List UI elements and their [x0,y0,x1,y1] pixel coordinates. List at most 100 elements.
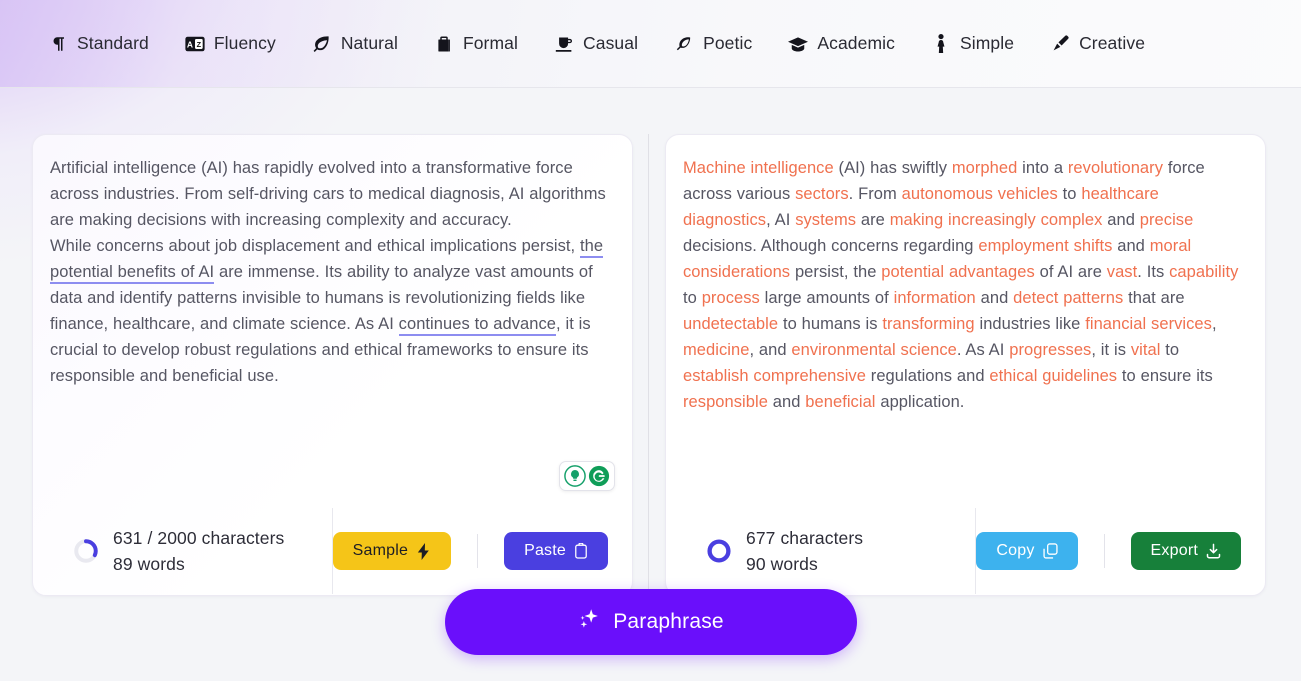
output-changed-word[interactable]: transforming [882,315,974,333]
output-changed-word[interactable]: sectors [795,185,849,203]
sample-button-label: Sample [352,542,409,559]
output-stats: 677 characters 90 words [666,525,975,577]
graduation-cap-icon [788,34,809,54]
paraphrase-button-label: Paraphrase [613,610,724,633]
tab-natural[interactable]: Natural [294,24,416,64]
input-panel: Artificial intelligence (AI) has rapidly… [32,134,633,596]
output-changed-word[interactable]: progresses [1009,341,1091,359]
output-plain-text: that are [1123,289,1185,307]
export-button[interactable]: Export [1130,532,1241,570]
output-word-count: 90 words [746,554,818,574]
output-actions: Copy Export [976,532,1265,570]
input-stat-lines: 631 / 2000 characters 89 words [113,525,284,577]
grammarly-g-icon[interactable] [588,465,610,487]
output-changed-word[interactable]: undetectable [683,315,778,333]
tab-formal[interactable]: Formal [416,24,536,64]
output-changed-word[interactable]: potential advantages [881,263,1035,281]
output-changed-word[interactable]: financial services [1085,315,1212,333]
output-changed-word[interactable]: vital [1131,341,1161,359]
tab-label: Creative [1079,32,1146,53]
paste-button[interactable]: Paste [504,532,608,570]
paintbrush-icon [1050,34,1070,54]
output-changed-word[interactable]: capability [1169,263,1238,281]
input-p2-pre: While concerns about job displacement an… [50,237,580,255]
input-textarea[interactable]: Artificial intelligence (AI) has rapidly… [33,135,632,509]
action-divider [477,534,479,568]
input-text: Artificial intelligence (AI) has rapidly… [50,155,608,389]
tab-label: Fluency [213,32,276,53]
writing-assistant-badge[interactable] [559,461,615,491]
copy-button[interactable]: Copy [976,532,1078,570]
output-changed-word[interactable]: systems [795,211,856,229]
paraphrase-button[interactable]: Paraphrase [444,589,857,655]
briefcase-icon [434,34,454,54]
tab-casual[interactable]: Casual [536,24,656,64]
output-paragraph: Machine intelligence (AI) has swiftly mo… [683,155,1241,415]
output-changed-word[interactable]: medicine [683,341,749,359]
output-changed-word[interactable]: revolutionary [1068,159,1163,177]
tab-poetic[interactable]: Poetic [656,24,770,64]
svg-text:A: A [187,39,193,49]
panel-divider [648,134,649,622]
output-plain-text: application. [875,393,965,411]
tab-creative[interactable]: Creative [1032,24,1163,64]
input-word-count: 89 words [113,554,185,574]
coffee-cup-icon [554,34,574,54]
tab-academic[interactable]: Academic [770,24,913,64]
output-plain-text: , and [749,341,792,359]
output-plain-text: are [856,211,890,229]
sample-button[interactable]: Sample [332,532,452,570]
input-actions: Sample Paste [332,532,632,570]
paste-button-label: Paste [524,542,566,559]
sparkle-icon [577,607,602,638]
output-plain-text: regulations and [865,367,990,385]
output-changed-word[interactable]: responsible [683,393,768,411]
output-changed-word[interactable]: morphed [952,159,1017,177]
output-changed-word[interactable]: detect patterns [1013,289,1123,307]
tab-label: Simple [959,32,1015,53]
output-changed-word[interactable]: Machine intelligence [683,159,834,177]
output-panel: Machine intelligence (AI) has swiftly mo… [665,134,1266,596]
tab-standard[interactable]: Standard [30,24,167,64]
copy-button-label: Copy [996,542,1035,559]
action-divider [1103,534,1105,568]
tab-label: Casual [583,32,639,53]
output-plain-text: , AI [766,211,796,229]
export-button-label: Export [1150,542,1198,559]
output-changed-word[interactable]: autonomous vehicles [902,185,1058,203]
output-changed-word[interactable]: precise [1140,211,1194,229]
output-text-area[interactable]: Machine intelligence (AI) has swiftly mo… [666,135,1265,509]
editor-workspace: Artificial intelligence (AI) has rapidly… [0,88,1301,622]
output-changed-word[interactable]: establish comprehensive [683,367,866,385]
output-changed-word[interactable]: environmental science [791,341,956,359]
output-plain-text: and [767,393,806,411]
lightbulb-icon[interactable] [564,465,586,487]
output-plain-text: and [1102,211,1140,229]
feather-icon [674,34,694,54]
output-plain-text: and [1112,237,1150,255]
output-changed-word[interactable]: information [894,289,976,307]
tab-label: Standard [77,32,149,53]
output-changed-word[interactable]: making increasingly complex [890,211,1103,229]
tab-fluency[interactable]: A Z Fluency [167,24,294,64]
suggestion-underline-2[interactable]: continues to advance [398,315,557,336]
output-plain-text: to [683,289,702,307]
output-plain-text: , [1211,315,1217,333]
output-changed-word[interactable]: vast [1107,263,1137,281]
app-root: Standard A Z Fluency Natural Formal Casu… [0,0,1301,681]
output-plain-text: of AI are [1034,263,1107,281]
tab-label: Formal [462,32,518,53]
input-paragraph-1: Artificial intelligence (AI) has rapidly… [50,159,606,229]
output-plain-text: to ensure its [1117,367,1213,385]
output-changed-word[interactable]: beneficial [805,393,875,411]
copy-icon [1042,543,1058,559]
output-changed-word[interactable]: process [702,289,760,307]
output-plain-text: and [975,289,1014,307]
svg-text:Z: Z [196,40,201,49]
output-plain-text: to [1057,185,1082,203]
tab-simple[interactable]: Simple [913,24,1032,64]
person-icon [931,34,951,54]
input-stats: 631 / 2000 characters 89 words [33,525,332,577]
output-changed-word[interactable]: employment shifts [978,237,1112,255]
output-changed-word[interactable]: ethical guidelines [989,367,1117,385]
